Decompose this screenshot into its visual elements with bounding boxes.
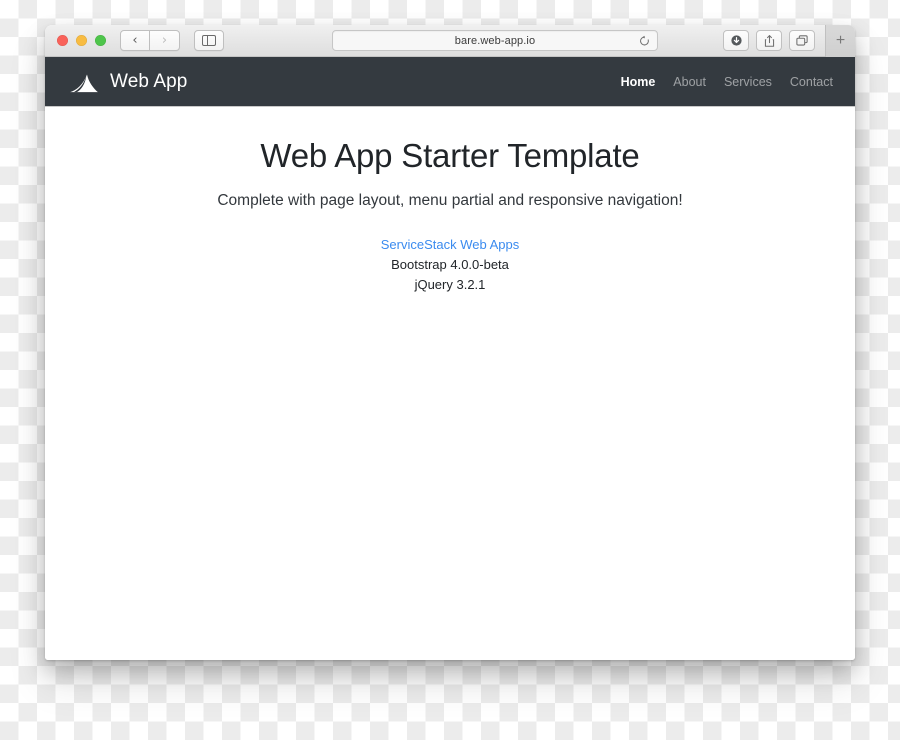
share-icon	[764, 34, 774, 47]
tab-overview-button[interactable]	[789, 30, 815, 51]
version-info: ServiceStack Web Apps Bootstrap 4.0.0-be…	[45, 235, 855, 295]
page-subtitle: Complete with page layout, menu partial …	[217, 192, 683, 209]
page-content: Web App Starter Template Complete with p…	[45, 107, 855, 295]
address-bar[interactable]: bare.web-app.io	[332, 30, 658, 51]
maximize-window-button[interactable]	[95, 35, 106, 46]
servicestack-fin-logo-icon	[70, 74, 98, 92]
new-tab-button[interactable]: +	[825, 25, 855, 57]
page-viewport: Web App Home About Services Contact Web …	[45, 57, 855, 660]
browser-toolbar: ‹ › bare.web-app.io +	[45, 25, 855, 57]
back-button[interactable]: ‹	[120, 30, 150, 51]
jquery-version: jQuery 3.2.1	[414, 277, 486, 293]
download-icon	[730, 35, 742, 46]
nav-link-contact[interactable]: Contact	[790, 75, 833, 89]
navigation-buttons: ‹ ›	[120, 30, 180, 51]
navbar-links: Home About Services Contact	[621, 75, 833, 89]
share-button[interactable]	[756, 30, 782, 51]
brand-label: Web App	[110, 70, 188, 92]
forward-button[interactable]: ›	[150, 30, 180, 51]
chevron-right-icon: ›	[161, 33, 168, 48]
sidebar-toggle-icon	[202, 34, 216, 47]
nav-link-home[interactable]: Home	[621, 75, 656, 89]
address-bar-container: bare.web-app.io	[332, 30, 658, 51]
reload-icon[interactable]	[639, 35, 650, 46]
nav-link-about[interactable]: About	[673, 75, 706, 89]
plus-icon: +	[835, 32, 846, 49]
sidebar-toggle-button[interactable]	[194, 30, 224, 51]
url-text: bare.web-app.io	[454, 34, 536, 47]
bootstrap-version: Bootstrap 4.0.0-beta	[391, 257, 509, 273]
servicestack-web-apps-link[interactable]: ServiceStack Web Apps	[45, 235, 855, 255]
toolbar-right-actions	[723, 30, 815, 51]
chevron-left-icon: ‹	[132, 33, 138, 48]
nav-link-services[interactable]: Services	[724, 75, 772, 89]
window-controls	[45, 35, 106, 46]
site-navbar: Web App Home About Services Contact	[45, 57, 855, 107]
minimize-window-button[interactable]	[76, 35, 87, 46]
downloads-button[interactable]	[723, 30, 749, 51]
page-title: Web App Starter Template	[260, 137, 640, 174]
browser-window: ‹ › bare.web-app.io + Web App Home About…	[45, 25, 855, 660]
brand[interactable]: Web App	[69, 69, 187, 95]
close-window-button[interactable]	[57, 35, 68, 46]
tab-overview-icon	[796, 35, 808, 46]
